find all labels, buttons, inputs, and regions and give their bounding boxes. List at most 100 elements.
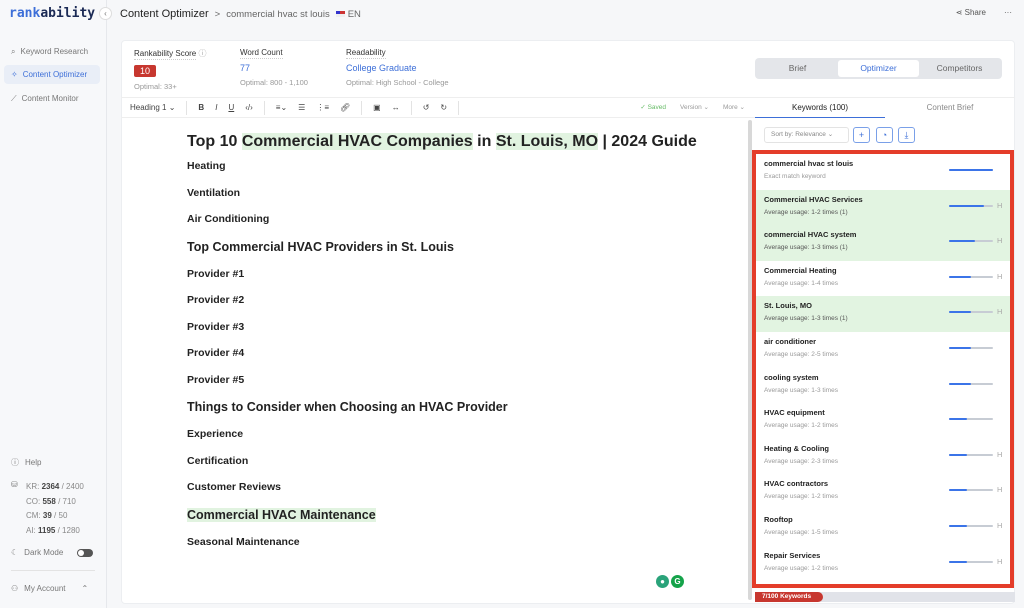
keyword-item[interactable]: Commercial HVAC ServicesAverage usage: 1… (756, 190, 1010, 226)
heading-marker: H (997, 557, 1002, 566)
undo-icon[interactable]: ↺ (423, 103, 430, 112)
sort-select[interactable]: Sort by: Relevance ⌄ (764, 127, 849, 143)
usage-bar-fill (949, 489, 967, 491)
rankability-score: Rankability Score ⓘ10Optimal: 33+ (134, 48, 206, 91)
align-icon[interactable]: ≡⌄ (276, 103, 287, 112)
chart-icon: ⟋ (11, 94, 17, 104)
keyword-item[interactable]: cooling systemAverage usage: 1-3 times (756, 368, 1010, 404)
heading-3: Ventilation (187, 187, 727, 199)
filter-icon[interactable]: ◔ (876, 127, 893, 143)
keyword-item[interactable]: Heating & Cooling Average usage: 2-3 time… (756, 439, 1010, 475)
keyword-usage: Exact match keyword (764, 173, 1010, 180)
sidebar-item-keyword-research[interactable]: ⌕Keyword Research (4, 42, 100, 61)
keyword-name: commercial hvac st louis (764, 159, 1010, 168)
keyword-item[interactable]: Commercial HeatingAverage usage: 1-4 tim… (756, 261, 1010, 297)
keyword-name: Commercial HVAC Services (764, 195, 1010, 204)
heading-3: Provider #3 (187, 321, 727, 333)
code-icon[interactable]: ‹/› (245, 103, 253, 112)
heading-3: Customer Reviews (187, 481, 727, 493)
credit-ai: AI: 1195 / 1280 (26, 524, 84, 539)
heading-marker: H (997, 307, 1002, 316)
keyword-name: air conditioner (764, 337, 1010, 346)
collapse-sidebar-button[interactable]: ‹ (99, 7, 112, 20)
credit-co: CO: 558 / 710 (26, 495, 84, 510)
dark-mode-label: Dark Mode (24, 548, 63, 557)
usage-bar-fill (949, 205, 984, 207)
header: Content Optimizer > commercial hvac st l… (108, 0, 1024, 28)
keyword-item[interactable]: air conditioner Average usage: 2-5 times (756, 332, 1010, 368)
chevron-up-icon: ⌃ (82, 584, 89, 593)
tab-content-brief[interactable]: Content Brief (885, 98, 1015, 118)
keyword-item[interactable]: St. Louis, MOAverage usage: 1-3 times (1… (756, 296, 1010, 332)
usage-bar (949, 454, 993, 456)
usage-bar (949, 169, 993, 171)
sidebar-item-content-optimizer[interactable]: ✧Content Optimizer (4, 65, 100, 84)
grammarly-icon[interactable]: G (671, 575, 684, 588)
breadcrumb-keyword[interactable]: commercial hvac st louis (226, 9, 329, 20)
heading-select[interactable]: Heading 1 ⌄ (130, 103, 175, 112)
heading-marker: H (997, 521, 1002, 530)
usage-bar-fill (949, 311, 971, 313)
my-account-menu[interactable]: ⚇My Account⌃ (11, 584, 88, 593)
help-label: Help (25, 458, 41, 467)
heading-marker: H (997, 272, 1002, 281)
bullet-list-icon[interactable]: ☰ (298, 103, 305, 112)
us-flag-icon (336, 11, 345, 17)
usage-bar (949, 311, 993, 313)
keyword-item[interactable]: Repair ServicesAverage usage: 1-2 timesH (756, 546, 1010, 582)
tab-competitors[interactable]: Competitors (919, 60, 1000, 77)
keyword-name: Repair Services (764, 551, 1010, 560)
tab-keywords[interactable]: Keywords (100) (755, 98, 885, 118)
bulb-icon[interactable]: ● (656, 575, 669, 588)
tab-optimizer[interactable]: Optimizer (838, 60, 919, 77)
add-keyword-button[interactable]: + (853, 127, 870, 143)
language-label: EN (348, 9, 361, 20)
bold-icon[interactable]: B (198, 103, 204, 112)
usage-bar (949, 525, 993, 527)
dark-mode-toggle[interactable] (77, 549, 93, 557)
keyword-item[interactable]: HVAC equipmentAverage usage: 1-2 times (756, 403, 1010, 439)
keyword-usage: Average usage: 2-5 times (764, 351, 1010, 358)
assistant-icons: ●G (656, 575, 684, 588)
sidebar-item-content-monitor[interactable]: ⟋Content Monitor (4, 89, 100, 108)
sidebar: rankability ⌕Keyword Research ✧Content O… (0, 0, 107, 608)
keyword-item[interactable]: HVAC contractorsAverage usage: 1-2 times… (756, 474, 1010, 510)
keyword-item[interactable]: RooftopAverage usage: 1-5 timesH (756, 510, 1010, 546)
keyword-usage: Average usage: 1-2 times (764, 493, 1010, 500)
keyword-name: Heating & Cooling (764, 444, 1010, 453)
share-button[interactable]: ⋖ Share (956, 8, 986, 17)
logo[interactable]: rankability (9, 6, 95, 21)
more-menu-button[interactable]: ··· (1004, 8, 1012, 17)
divider-icon[interactable]: ↔ (392, 103, 400, 112)
usage-bar-fill (949, 240, 975, 242)
link-icon[interactable]: 🔗︎ (340, 103, 350, 112)
heading-3: Provider #1 (187, 268, 727, 280)
image-icon[interactable]: ▣ (373, 103, 381, 112)
account-label: My Account (24, 584, 65, 593)
usage-bar-fill (949, 525, 967, 527)
heading-marker: H (997, 201, 1002, 210)
heading-3: Provider #5 (187, 374, 727, 386)
nav-label: Content Optimizer (23, 70, 87, 79)
heading-3: Provider #2 (187, 294, 727, 306)
redo-icon[interactable]: ↻ (440, 103, 447, 112)
download-icon[interactable]: ⤓ (898, 127, 915, 143)
editor-content[interactable]: Top 10 Commercial HVAC Companies in St. … (187, 131, 727, 562)
numbered-list-icon[interactable]: ⋮≡ (316, 103, 329, 112)
tab-brief[interactable]: Brief (757, 60, 838, 77)
page-title: Content Optimizer (120, 8, 209, 20)
info-icon[interactable]: ⓘ (198, 49, 206, 58)
word-count: Word Count77Optimal: 800 - 1,100 (240, 48, 308, 87)
help-link[interactable]: ⓘHelp (11, 457, 41, 468)
share-icon: ⋖ (956, 8, 965, 17)
logo-part: rank (9, 6, 40, 21)
more-menu[interactable]: More ⌄ (723, 103, 745, 111)
usage-bar-fill (949, 418, 967, 420)
keyword-usage: Average usage: 2-3 times (764, 458, 1010, 465)
version-menu[interactable]: Version ⌄ (680, 103, 709, 111)
keyword-item[interactable]: commercial HVAC systemAverage usage: 1-3… (756, 225, 1010, 261)
usage-bar-fill (949, 383, 971, 385)
keyword-item[interactable]: commercial hvac st louis Exact match keyw… (756, 154, 1010, 190)
underline-icon[interactable]: U (228, 103, 234, 112)
italic-icon[interactable]: I (215, 103, 217, 112)
